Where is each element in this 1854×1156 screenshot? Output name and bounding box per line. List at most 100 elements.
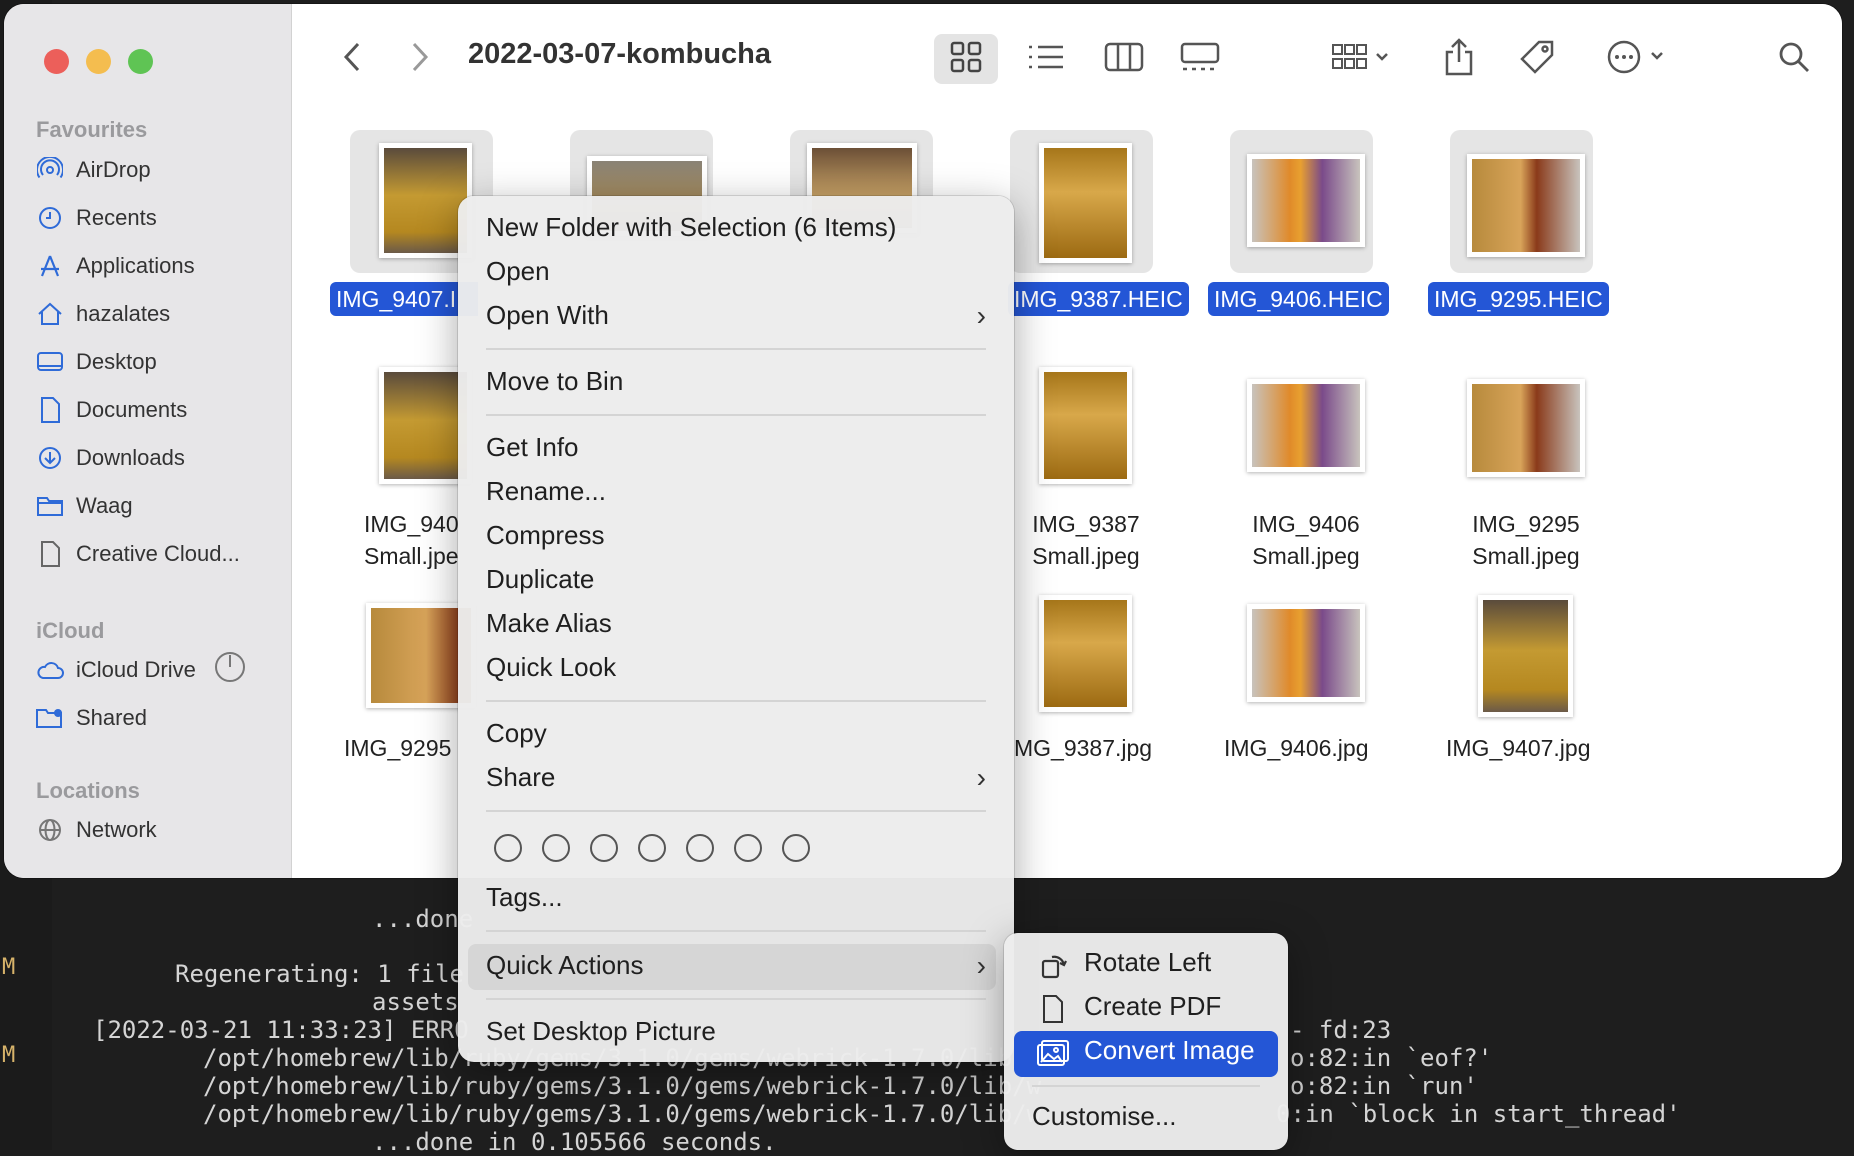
sidebar-item-label: Creative Cloud... — [76, 541, 240, 566]
menu-item-set-desktop-picture[interactable]: Set Desktop Picture — [486, 1016, 716, 1047]
menu-separator — [486, 810, 986, 812]
tag-color-circle[interactable] — [494, 834, 522, 862]
chevron-right-icon: › — [976, 300, 986, 331]
sidebar-item-downloads[interactable]: Downloads — [36, 440, 185, 476]
menu-item-quick-look[interactable]: Quick Look — [486, 652, 616, 683]
sidebar-section-favourites: Favourites — [36, 117, 148, 142]
file-name-line: IMG_9387 — [1032, 511, 1140, 537]
tag-color-circle[interactable] — [638, 834, 666, 862]
file-thumbnail[interactable] — [1467, 154, 1585, 257]
file-name-line: IMG_940 — [364, 511, 459, 537]
tags-button[interactable] — [1512, 34, 1562, 84]
sidebar-item-home[interactable]: hazalates — [36, 296, 170, 332]
file-name-label[interactable]: IMG_9407.I — [330, 282, 478, 316]
tag-icon — [1519, 39, 1555, 80]
menu-item-get-info[interactable]: Get Info — [486, 432, 579, 463]
forward-button[interactable] — [402, 34, 438, 84]
sidebar-item-label: hazalates — [76, 301, 171, 326]
menu-item-tags[interactable]: Tags... — [486, 882, 563, 913]
menu-item-move-to-bin[interactable]: Move to Bin — [486, 366, 623, 397]
sidebar-item-recents[interactable]: Recents — [36, 200, 157, 236]
tag-color-circle[interactable] — [734, 834, 762, 862]
menu-item-share[interactable]: Share — [486, 762, 555, 793]
menu-item-create-pdf[interactable]: Create PDF — [1084, 991, 1221, 1022]
menu-item-quick-actions[interactable]: Quick Actions — [486, 950, 644, 981]
file-name-label[interactable]: IMG_940 Small.jpe — [364, 508, 464, 572]
zoom-window-button[interactable] — [128, 49, 153, 74]
chevron-right-icon: › — [976, 762, 986, 793]
sidebar-item-network[interactable]: Network — [36, 812, 157, 848]
menu-separator — [486, 700, 986, 702]
minimize-window-button[interactable] — [86, 49, 111, 74]
file-name-label[interactable]: IMG_9407.jpg — [1446, 732, 1590, 764]
sidebar-item-icloud-drive[interactable]: iCloud Drive — [36, 652, 246, 688]
photo-icon — [1036, 1039, 1070, 1067]
menu-item-duplicate[interactable]: Duplicate — [486, 564, 594, 595]
file-thumbnail[interactable] — [1247, 604, 1365, 702]
tag-color-circle[interactable] — [590, 834, 618, 862]
file-thumbnail[interactable] — [1039, 143, 1132, 263]
file-name-label[interactable]: MG_9387.jpg — [1014, 732, 1152, 764]
terminal-line: [2022-03-21 11:33:23] ERRO — [93, 1016, 469, 1044]
file-name-label[interactable]: IMG_9406.jpg — [1224, 732, 1368, 764]
menu-item-compress[interactable]: Compress — [486, 520, 604, 551]
file-name-label[interactable]: IMG_9295 — [344, 732, 451, 764]
column-view-button[interactable] — [1092, 34, 1156, 84]
close-window-button[interactable] — [44, 49, 69, 74]
search-button[interactable] — [1774, 34, 1814, 84]
icon-view-button[interactable] — [934, 34, 998, 84]
back-button[interactable] — [334, 34, 370, 84]
sidebar-item-label: Downloads — [76, 445, 185, 470]
tag-color-circle[interactable] — [542, 834, 570, 862]
file-thumbnail[interactable] — [1039, 595, 1132, 712]
file-name-label[interactable]: IMG_9295.HEIC — [1428, 282, 1609, 316]
menu-separator — [486, 998, 986, 1000]
file-name-label[interactable]: IMG_9387.HEIC — [1008, 282, 1189, 316]
menu-item-convert-image[interactable]: Convert Image — [1084, 1035, 1255, 1066]
shared-folder-icon — [36, 704, 64, 732]
sidebar-item-waag[interactable]: Waag — [36, 488, 133, 524]
menu-item-customise[interactable]: Customise... — [1032, 1101, 1177, 1132]
menu-item-rename[interactable]: Rename... — [486, 476, 606, 507]
share-button[interactable] — [1434, 34, 1484, 84]
file-thumbnail[interactable] — [1247, 379, 1365, 472]
terminal-line: - fd:23 — [1290, 1016, 1392, 1044]
menu-item-open-with[interactable]: Open With — [486, 300, 609, 331]
terminal-line: ...done in 0.105566 seconds. — [372, 1128, 777, 1156]
file-name-label[interactable]: IMG_9387 Small.jpeg — [1016, 508, 1156, 572]
sidebar-item-airdrop[interactable]: AirDrop — [36, 152, 151, 188]
list-view-button[interactable] — [1014, 34, 1078, 84]
group-button[interactable] — [1322, 34, 1402, 84]
sidebar-item-documents[interactable]: Documents — [36, 392, 187, 428]
applications-icon — [36, 252, 64, 280]
file-name-line: Small.jpeg — [1252, 543, 1360, 569]
menu-item-copy[interactable]: Copy — [486, 718, 547, 749]
menu-item-rotate-left[interactable]: Rotate Left — [1084, 947, 1211, 978]
menu-item-open[interactable]: Open — [486, 256, 550, 287]
file-name-label[interactable]: IMG_9295 Small.jpeg — [1456, 508, 1596, 572]
file-thumbnail[interactable] — [1247, 154, 1365, 247]
action-menu-button[interactable] — [1600, 34, 1676, 84]
menu-item-new-folder-with-selection[interactable]: New Folder with Selection (6 Items) — [486, 212, 896, 243]
tag-color-circle[interactable] — [782, 834, 810, 862]
sidebar-item-creative-cloud[interactable]: Creative Cloud... — [36, 536, 240, 572]
rotate-left-icon — [1040, 951, 1068, 979]
group-icon — [1331, 42, 1393, 77]
file-name-label[interactable]: IMG_9406.HEIC — [1208, 282, 1389, 316]
file-thumbnail[interactable] — [1039, 367, 1132, 484]
file-name-label[interactable]: IMG_9406 Small.jpeg — [1236, 508, 1376, 572]
chevron-right-icon: › — [976, 950, 986, 981]
sidebar-item-applications[interactable]: Applications — [36, 248, 195, 284]
file-thumbnail[interactable] — [1467, 379, 1585, 477]
file-thumbnail[interactable] — [1478, 595, 1573, 717]
menu-separator — [486, 414, 986, 416]
sidebar-item-shared[interactable]: Shared — [36, 700, 147, 736]
sidebar-item-desktop[interactable]: Desktop — [36, 344, 157, 380]
tag-color-circle[interactable] — [686, 834, 714, 862]
file-name-line: Small.jpe — [364, 543, 459, 569]
gallery-view-button[interactable] — [1168, 34, 1232, 84]
pdf-document-icon — [1042, 995, 1066, 1023]
menu-item-make-alias[interactable]: Make Alias — [486, 608, 612, 639]
desktop-icon — [36, 348, 64, 376]
sidebar-item-label: Network — [76, 817, 157, 842]
